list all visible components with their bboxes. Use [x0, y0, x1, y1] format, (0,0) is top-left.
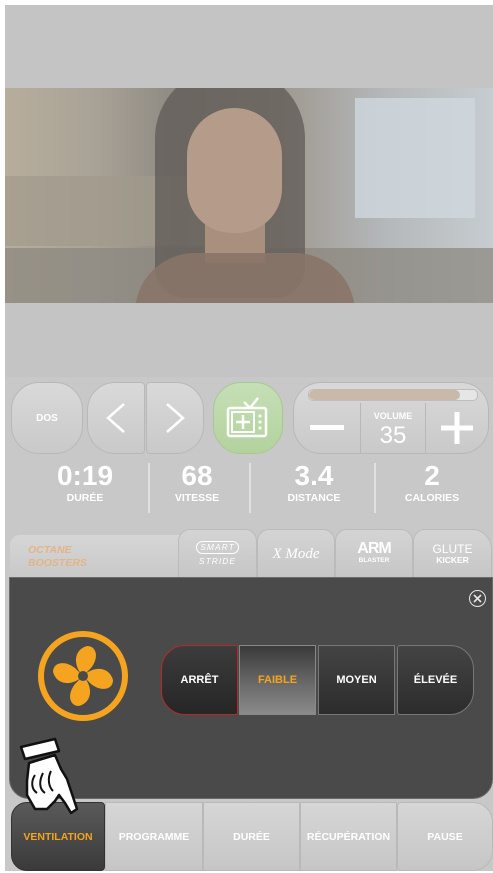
fan-off-button[interactable]: ARRÊT	[161, 645, 238, 715]
video-area	[5, 5, 493, 377]
tab-arm-blaster[interactable]: ARM BLASTER	[335, 529, 413, 579]
boosters-title-line1: OCTANE	[28, 544, 72, 556]
fan-icon	[38, 631, 128, 721]
tab-smart-stride-line2: STRIDE	[198, 556, 237, 566]
tab-glute-kicker-line1: GLUTE	[432, 542, 473, 556]
volume-up-button[interactable]	[424, 403, 490, 453]
tab-arm-blaster-line2: BLASTER	[358, 557, 390, 564]
tab-smart-stride-line1: SMART	[196, 541, 239, 554]
add-channel-button[interactable]	[213, 382, 283, 454]
volume-down-button[interactable]	[294, 403, 360, 453]
tv-add-icon	[226, 397, 268, 438]
chevron-right-icon	[166, 403, 185, 433]
volume-display: VOLUME 35	[360, 403, 426, 453]
back-button[interactable]: DOS	[11, 382, 83, 454]
stat-speed: 68 VITESSE	[152, 461, 242, 521]
volume-value: 35	[379, 422, 407, 449]
volume-control: VOLUME 35	[293, 382, 489, 454]
fan-high-button[interactable]: ÉLEVÉE	[397, 645, 474, 715]
fan-medium-button[interactable]: MOYEN	[318, 645, 395, 715]
video-player[interactable]	[5, 88, 493, 303]
tab-smart-stride[interactable]: SMART STRIDE	[178, 529, 257, 579]
stat-duration: 0:19 DURÉE	[20, 461, 150, 521]
stat-distance: 3.4 DISTANCE	[253, 461, 375, 521]
fan-low-button[interactable]: FAIBLE	[239, 645, 316, 715]
hand-pointer-icon	[19, 737, 79, 815]
stat-divider	[374, 463, 376, 513]
close-button[interactable]	[469, 590, 486, 607]
stat-calories-label: CALORIES	[404, 492, 460, 504]
volume-level-fill	[309, 390, 461, 400]
plus-icon	[441, 412, 473, 444]
next-channel-button[interactable]	[146, 382, 204, 454]
nav-programme[interactable]: PROGRAMME	[105, 802, 203, 871]
nav-recovery[interactable]: RÉCUPÉRATION	[300, 802, 397, 871]
console-screen: DOS VOLUME 35 0:19 DURÉE 68 VITESSE 3.4 …	[5, 5, 493, 871]
chevron-left-icon	[106, 403, 125, 433]
tab-glute-kicker-line2: KICKER	[436, 555, 469, 565]
tab-x-mode[interactable]: X Mode	[257, 529, 335, 579]
volume-level-bar[interactable]	[308, 389, 478, 401]
back-button-label: DOS	[36, 412, 58, 424]
nav-pause[interactable]: PAUSE	[397, 802, 493, 871]
stat-distance-label: DISTANCE	[287, 492, 341, 504]
tab-arm-blaster-line1: ARM	[357, 540, 391, 557]
stat-speed-label: VITESSE	[174, 492, 220, 504]
previous-channel-button[interactable]	[87, 382, 145, 454]
stat-speed-value: 68	[181, 460, 213, 491]
minus-icon	[310, 425, 344, 430]
stat-calories-value: 2	[424, 460, 440, 491]
stat-duration-value: 0:19	[56, 460, 114, 491]
volume-label: VOLUME	[373, 411, 413, 421]
tab-glute-kicker[interactable]: GLUTE KICKER	[413, 529, 492, 579]
workout-stats: 0:19 DURÉE 68 VITESSE 3.4 DISTANCE 2 CAL…	[5, 461, 493, 521]
stat-distance-value: 3.4	[294, 460, 334, 491]
boosters-title: OCTANE BOOSTERS	[10, 535, 180, 579]
stat-calories: 2 CALORIES	[378, 461, 486, 521]
stat-divider	[249, 463, 251, 513]
stat-duration-label: DURÉE	[66, 492, 104, 504]
octane-boosters-bar: OCTANE BOOSTERS SMART STRIDE X Mode ARM …	[10, 529, 492, 579]
boosters-title-line2: BOOSTERS	[28, 557, 87, 569]
stat-divider	[148, 463, 150, 513]
close-icon	[473, 594, 482, 603]
tab-x-mode-label: X Mode	[272, 545, 320, 562]
nav-duration[interactable]: DURÉE	[203, 802, 300, 871]
